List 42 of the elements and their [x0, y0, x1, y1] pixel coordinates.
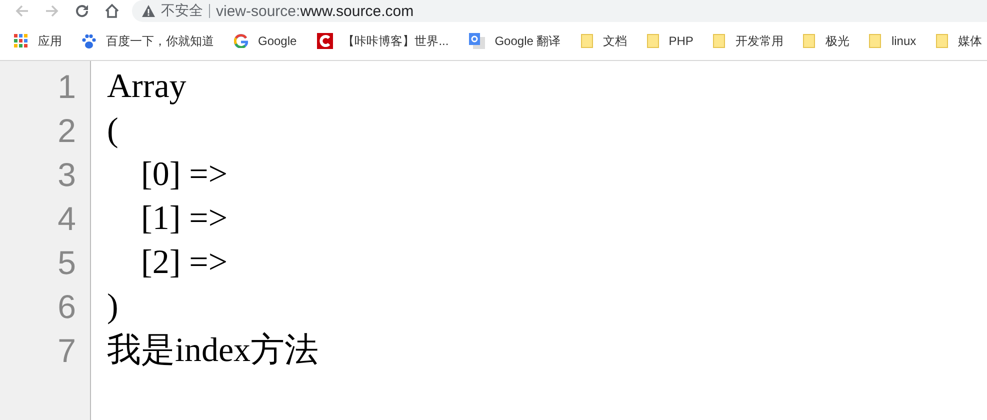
bookmark[interactable]: 开发常用 [713, 32, 784, 50]
folder-icon [869, 34, 882, 48]
bookmark[interactable]: 【咔咔博客】世界... [316, 32, 449, 50]
line-number: 5 [56, 243, 76, 283]
url-text: view-source:www.source.com [216, 2, 414, 20]
reload-icon[interactable] [74, 3, 90, 19]
folder-icon [713, 34, 726, 48]
code-line: [1] => [140, 200, 228, 237]
folder-icon [580, 34, 593, 48]
code-line: Array [107, 68, 186, 105]
folder-icon [646, 34, 659, 48]
address-bar[interactable]: 不安全 view-source:www.source.com [132, 0, 987, 22]
code-line: [2] => [140, 244, 228, 281]
home-icon[interactable] [104, 3, 120, 19]
code-line: ) [107, 288, 118, 325]
code-line: 我是index方法 [107, 332, 319, 369]
apps-grid-icon [14, 34, 28, 48]
translate-icon [468, 33, 485, 49]
bookmark[interactable]: Google 翻译 [468, 32, 561, 50]
line-number: 4 [56, 199, 76, 239]
bookmark[interactable]: PHP [646, 34, 694, 48]
bookmark[interactable]: 应用 [14, 32, 62, 50]
line-number: 6 [56, 287, 76, 327]
c-logo-icon [316, 33, 333, 49]
warning-icon [142, 5, 155, 17]
google-g-icon [234, 34, 248, 48]
line-number: 1 [56, 67, 76, 107]
bookmark[interactable]: 极光 [803, 32, 850, 50]
code-line: [0] => [140, 156, 228, 193]
line-number: 3 [56, 155, 76, 195]
bookmark[interactable]: linux [869, 34, 916, 48]
bookmark[interactable]: 文档 [580, 32, 627, 50]
paw-icon [82, 34, 96, 48]
bookmark[interactable]: 百度一下，你就知道 [82, 32, 214, 50]
folder-icon [936, 34, 948, 48]
bookmark[interactable]: 媒体 [936, 32, 982, 50]
code-line: ( [107, 112, 118, 149]
line-number: 7 [56, 331, 76, 371]
folder-icon [803, 34, 816, 48]
bookmark[interactable]: Google [234, 34, 297, 48]
line-number: 2 [56, 111, 76, 151]
security-label: 不安全 [161, 2, 203, 20]
